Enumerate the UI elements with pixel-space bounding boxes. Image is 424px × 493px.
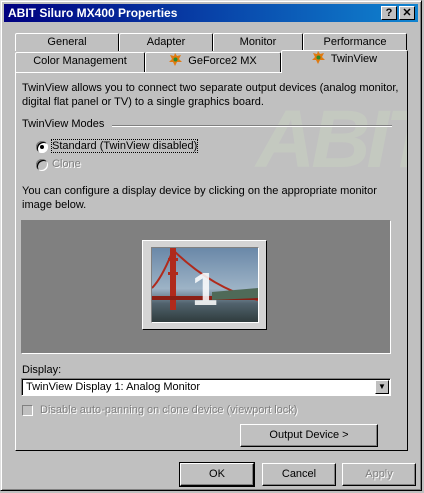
tab-adapter[interactable]: Adapter (119, 33, 213, 51)
nvidia-icon (169, 53, 183, 66)
tab-general[interactable]: General (15, 33, 119, 51)
intro-text: TwinView allows you to connect two separ… (22, 82, 399, 108)
title-bar[interactable]: ABIT Siluro MX400 Properties ? ✕ (4, 4, 418, 22)
display-select[interactable]: TwinView Display 1: Analog Monitor ▼ (21, 378, 391, 396)
display-label: Display: (22, 364, 62, 376)
chevron-down-icon[interactable]: ▼ (375, 380, 389, 394)
tab-geforce2-label: GeForce2 MX (188, 55, 257, 67)
display-select-value: TwinView Display 1: Analog Monitor (26, 381, 201, 393)
autopan-label[interactable]: Disable auto-panning on clone device (vi… (40, 404, 297, 416)
radio-standard[interactable] (36, 141, 48, 153)
ok-button[interactable]: OK (179, 462, 255, 487)
window-title: ABIT Siluro MX400 Properties (8, 6, 178, 20)
properties-dialog: ABIT Siluro MX400 Properties ? ✕ General… (0, 0, 422, 491)
radio-clone-label[interactable]: Clone (52, 158, 81, 170)
cancel-button[interactable]: Cancel (262, 463, 336, 486)
display-preview-area: 1 (21, 220, 391, 354)
monitor-1[interactable]: 1 (142, 240, 267, 330)
tab-twinview-label: TwinView (330, 53, 378, 65)
autopan-checkbox[interactable] (22, 405, 33, 416)
radio-clone[interactable] (36, 159, 48, 171)
tab-color-management[interactable]: Color Management (15, 52, 145, 72)
nvidia-icon (311, 51, 325, 64)
radio-standard-label[interactable]: Standard (TwinView disabled) (50, 139, 199, 153)
twinview-panel: ABIT TwinView allows you to connect two … (15, 72, 408, 451)
tab-geforce2-mx[interactable]: GeForce2 MX (145, 52, 281, 72)
monitor-number: 1 (192, 263, 218, 315)
help-button[interactable]: ? (381, 6, 397, 20)
tab-performance[interactable]: Performance (303, 33, 407, 51)
close-button[interactable]: ✕ (399, 6, 415, 20)
tab-twinview[interactable]: TwinView (281, 50, 408, 73)
configure-text: You can configure a display device by cl… (22, 185, 377, 211)
group-divider (112, 125, 392, 127)
apply-button[interactable]: Apply (342, 463, 416, 486)
modes-group-label: TwinView Modes (22, 118, 105, 130)
output-device-button[interactable]: Output Device > (240, 424, 378, 447)
tab-monitor[interactable]: Monitor (213, 33, 303, 51)
monitor-screen-image: 1 (151, 247, 259, 323)
